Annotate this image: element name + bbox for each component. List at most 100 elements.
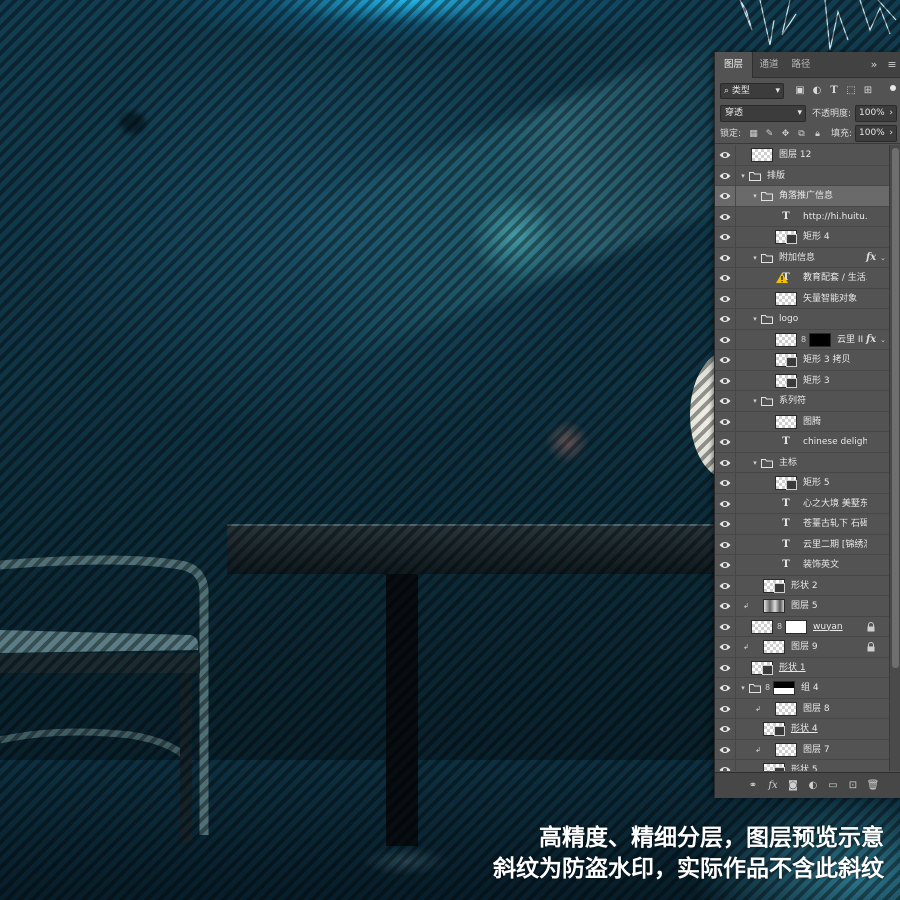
visibility-eye-icon[interactable] — [719, 560, 731, 570]
layer-name[interactable]: 系列符 — [779, 391, 867, 411]
layer-name[interactable]: 图层 8 — [803, 699, 867, 719]
visibility-eye-icon[interactable] — [719, 396, 731, 406]
panel-menu-icon[interactable]: ≡ — [885, 52, 899, 78]
layer-row[interactable]: 8 云里 II fx ⌄ — [715, 329, 889, 350]
expand-arrow-icon[interactable]: ▾ — [751, 253, 759, 263]
blend-mode-select[interactable]: 穿透 ▾ — [720, 105, 806, 122]
visibility-eye-icon[interactable] — [719, 232, 731, 242]
visibility-eye-icon[interactable] — [719, 376, 731, 386]
tab-channels[interactable]: 通道 — [753, 52, 785, 78]
layer-thumbnail[interactable] — [775, 414, 797, 429]
layer-name[interactable]: 形状 5 — [791, 760, 867, 771]
visibility-eye-icon[interactable] — [719, 642, 731, 652]
visibility-eye-icon[interactable] — [719, 294, 731, 304]
visibility-eye-icon[interactable] — [719, 314, 731, 324]
layer-thumbnail[interactable] — [775, 291, 797, 306]
visibility-eye-icon[interactable] — [719, 745, 731, 755]
layer-mask-thumbnail[interactable] — [785, 619, 807, 634]
layer-name[interactable]: 云里二期 [锦绣溜... — [803, 535, 867, 555]
layer-thumbnail[interactable] — [751, 619, 773, 634]
visibility-eye-icon[interactable] — [719, 704, 731, 714]
layer-name[interactable]: wuyan — [813, 617, 867, 637]
filter-type-icon[interactable]: T — [827, 83, 841, 99]
filter-pixel-icon[interactable]: ▣ — [793, 83, 807, 99]
layer-thumbnail[interactable] — [763, 578, 785, 593]
layer-name[interactable]: logo — [779, 309, 867, 329]
layer-thumbnail[interactable] — [775, 742, 797, 757]
layer-row[interactable]: ▾ 8 组 4 — [715, 678, 889, 699]
layer-row[interactable]: T 云里二期 [锦绣溜... — [715, 534, 889, 555]
mask-link-icon[interactable]: 8 — [777, 622, 783, 632]
filter-shape-icon[interactable]: ⬚ — [844, 83, 858, 99]
layer-name[interactable]: 形状 4 — [791, 719, 867, 739]
layer-row[interactable]: 矩形 3 拷贝 — [715, 350, 889, 371]
layer-row[interactable]: 矩形 3 — [715, 370, 889, 391]
scrollbar-thumb[interactable] — [892, 148, 899, 668]
layer-name[interactable]: 装饰英文 — [803, 555, 867, 575]
chevron-down-icon[interactable]: ⌄ — [880, 330, 886, 350]
visibility-eye-icon[interactable] — [719, 622, 731, 632]
opacity-input[interactable]: 100% › — [855, 105, 897, 122]
visibility-eye-icon[interactable] — [719, 437, 731, 447]
visibility-eye-icon[interactable] — [719, 191, 731, 201]
collapse-icon[interactable]: » — [867, 52, 881, 78]
layer-thumbnail[interactable] — [763, 640, 785, 654]
layer-name[interactable]: 教育配套 / 生活... — [803, 268, 867, 288]
trash-icon[interactable]: 🗑︎ — [865, 777, 881, 795]
layer-row[interactable]: 形状 4 — [715, 719, 889, 740]
visibility-eye-icon[interactable] — [719, 253, 731, 263]
filter-toggle[interactable] — [890, 85, 896, 91]
visibility-eye-icon[interactable] — [719, 355, 731, 365]
expand-arrow-icon[interactable]: ▾ — [751, 314, 759, 324]
layer-row[interactable]: 形状 5 — [715, 760, 889, 771]
filter-smart-object-icon[interactable]: ⊞ — [861, 83, 875, 99]
layer-row[interactable]: Tchinese delight villa — [715, 432, 889, 453]
lock-all-icon[interactable]: 🔒︎ — [811, 126, 824, 142]
visibility-eye-icon[interactable] — [719, 601, 731, 611]
visibility-eye-icon[interactable] — [719, 150, 731, 160]
layer-thumbnail[interactable] — [751, 148, 773, 162]
visibility-eye-icon[interactable] — [719, 683, 731, 693]
link-icon[interactable]: ⚭ — [745, 777, 761, 795]
layer-name[interactable]: 矩形 3 拷贝 — [803, 350, 867, 370]
visibility-eye-icon[interactable] — [719, 171, 731, 181]
tab-layers[interactable]: 图层 — [715, 52, 753, 78]
visibility-eye-icon[interactable] — [719, 335, 731, 345]
layer-thumbnail[interactable] — [751, 660, 773, 675]
layer-row[interactable]: ▾ 主标 — [715, 452, 889, 473]
layer-name[interactable]: 图层 12 — [779, 145, 867, 165]
layer-row[interactable]: ↲ 图层 8 — [715, 698, 889, 719]
layer-name[interactable]: 附加信息 — [779, 248, 867, 268]
visibility-eye-icon[interactable] — [719, 519, 731, 529]
layer-row[interactable]: ↲ 图层 7 — [715, 739, 889, 760]
mask-link-icon[interactable]: 8 — [801, 335, 807, 345]
layer-row[interactable]: 8 wuyan — [715, 616, 889, 637]
layer-name[interactable]: 矩形 5 — [803, 473, 867, 493]
layer-row[interactable]: ▾ 系列符 — [715, 391, 889, 412]
layer-row[interactable]: 图层 12 — [715, 145, 889, 166]
layer-row[interactable]: ↲ 图层 9 — [715, 637, 889, 658]
layer-list-scrollbar[interactable] — [889, 145, 900, 771]
layer-thumbnail[interactable] — [775, 332, 797, 347]
layer-name[interactable]: chinese delight villa — [803, 432, 867, 452]
expand-arrow-icon[interactable]: ▾ — [739, 683, 747, 693]
lock-artboard-icon[interactable]: ⧉ — [795, 126, 808, 142]
visibility-eye-icon[interactable] — [719, 765, 731, 771]
layer-name[interactable]: 矩形 3 — [803, 371, 867, 391]
layer-name[interactable]: 形状 1 — [779, 658, 867, 678]
fx-icon[interactable]: fx — [866, 248, 876, 268]
layer-thumbnail[interactable] — [775, 701, 797, 716]
layer-thumbnail[interactable] — [775, 230, 797, 244]
adjustment-icon[interactable]: ◐ — [805, 777, 821, 795]
layer-row[interactable]: ▾ 附加信息 fx ⌄ — [715, 247, 889, 268]
fx-icon[interactable]: fx — [765, 777, 781, 795]
filter-adjustment-icon[interactable]: ◐ — [810, 83, 824, 99]
visibility-eye-icon[interactable] — [719, 581, 731, 591]
layer-thumbnail[interactable] — [763, 722, 785, 736]
mask-link-icon[interactable]: 8 — [765, 683, 771, 693]
layer-name[interactable]: 组 4 — [801, 678, 867, 698]
layer-name[interactable]: 角落推广信息 — [779, 186, 867, 206]
layer-name[interactable]: 图层 5 — [791, 596, 867, 616]
layer-row[interactable]: ▾ 排版 — [715, 165, 889, 186]
layer-name[interactable]: 排版 — [767, 166, 867, 186]
